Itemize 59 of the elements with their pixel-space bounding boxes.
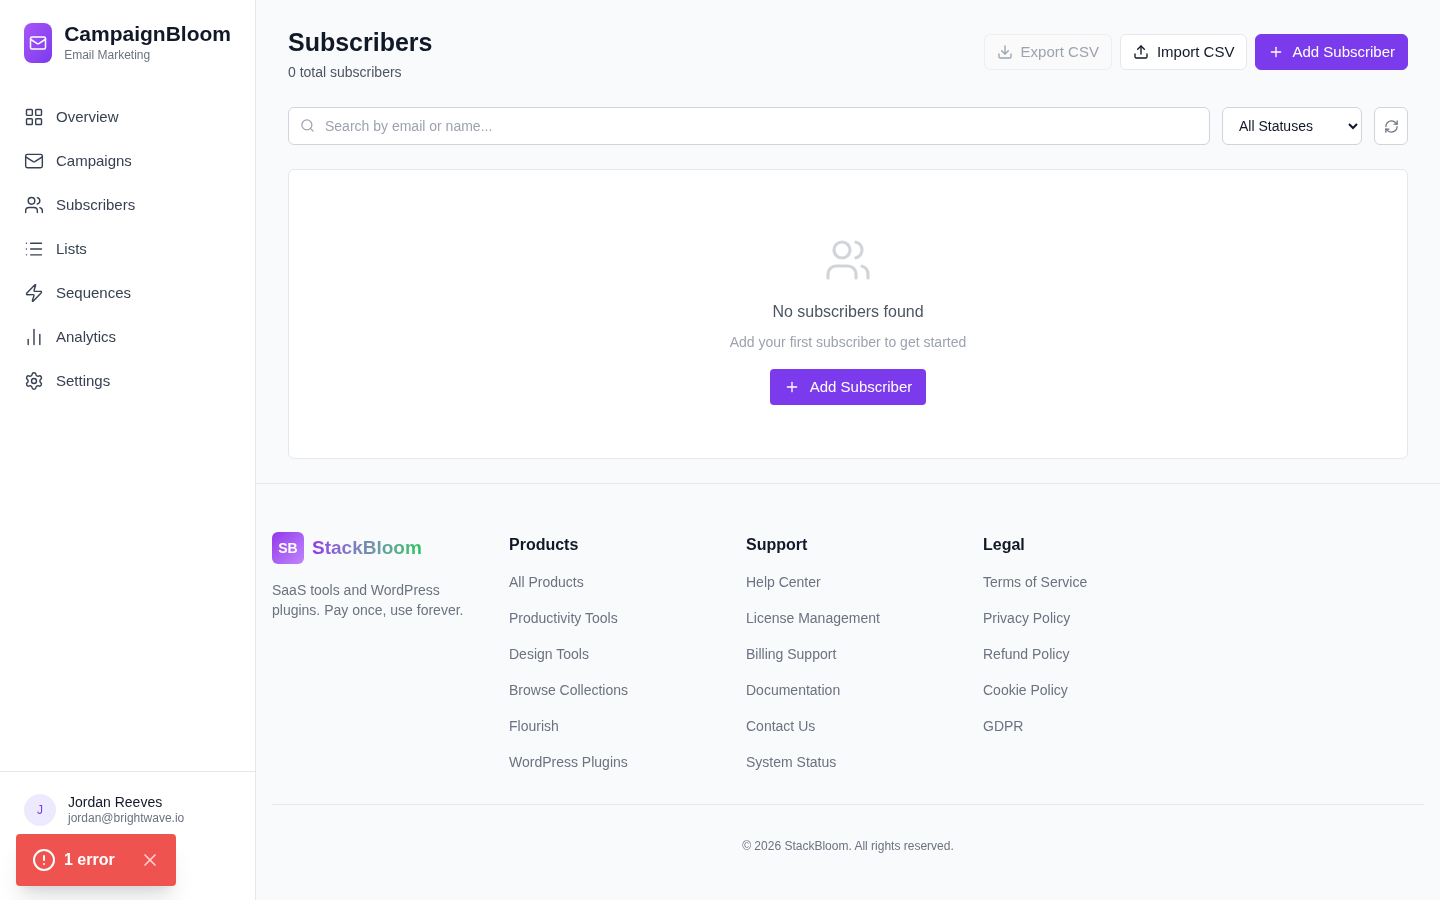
footer-link[interactable]: Documentation — [746, 680, 983, 700]
nav-item[interactable]: Subscribers — [12, 184, 243, 226]
user-avatar: J — [24, 794, 56, 826]
alert-icon — [32, 848, 56, 872]
refresh-button[interactable] — [1374, 107, 1408, 145]
mail-icon — [24, 151, 44, 171]
search-icon — [300, 118, 315, 133]
toast-message: 1 error — [64, 850, 115, 870]
list-icon — [24, 239, 44, 259]
footer-link[interactable]: System Status — [746, 752, 983, 772]
footer-heading: Support — [746, 535, 809, 555]
grid-icon — [24, 107, 44, 127]
footer-link[interactable]: Refund Policy — [983, 644, 1424, 664]
nav-item[interactable]: Sequences — [12, 272, 243, 314]
nav-item[interactable]: Lists — [12, 228, 243, 270]
footer-link[interactable]: Cookie Policy — [983, 680, 1424, 700]
footer-link[interactable]: Terms of Service — [983, 572, 1424, 592]
footer-link[interactable]: Contact Us — [746, 716, 983, 736]
footer-heading: Products — [509, 535, 580, 555]
download-icon — [996, 44, 1013, 60]
footer-link[interactable]: Help Center — [746, 572, 983, 592]
footer-blurb: SaaS tools and WordPress plugins. Pay once, use forever. — [272, 581, 465, 620]
empty-title: No subscribers found — [772, 302, 924, 322]
search-field[interactable]: Search by email or name... — [288, 107, 1210, 145]
footer-link[interactable]: Billing Support — [746, 644, 983, 664]
brand-tagline: Email Marketing — [64, 47, 152, 64]
settings-icon — [24, 371, 44, 391]
import-button[interactable]: Import CSV — [1119, 34, 1248, 70]
footer-link[interactable]: Browse Collections — [509, 680, 746, 700]
footer-link[interactable]: GDPR — [983, 716, 1424, 736]
footer-link[interactable]: Design Tools — [509, 644, 746, 664]
page-title: Subscribers — [288, 27, 433, 58]
upload-icon — [1132, 44, 1149, 60]
footer-link[interactable]: License Management — [746, 608, 983, 628]
logo-icon: SB — [272, 532, 304, 564]
status-select[interactable]: All Statuses — [1222, 107, 1362, 145]
subscriber-count: 0 total subscribers — [288, 63, 403, 82]
refresh-icon — [1383, 118, 1399, 134]
footer-link[interactable]: Flourish — [509, 716, 746, 736]
users-icon — [24, 195, 44, 215]
copyright: © 2026 StackBloom. All rights reserved. — [742, 838, 954, 855]
lightning-icon — [24, 283, 44, 303]
nav-item[interactable]: Analytics — [12, 316, 243, 358]
add-subscriber-button[interactable]: Add Subscriber — [769, 369, 927, 405]
brand-name: CampaignBloom — [64, 22, 231, 46]
user-email: jordan@brightwave.io — [68, 810, 185, 826]
nav-item[interactable]: Campaigns — [12, 140, 243, 182]
footer-heading: Legal — [983, 535, 1026, 555]
footer-link[interactable]: All Products — [509, 572, 746, 592]
user-name: Jordan Reeves — [68, 794, 164, 810]
add-subscriber-button[interactable]: Add Subscriber — [1255, 34, 1408, 70]
nav-item[interactable]: Settings — [12, 360, 243, 402]
footer-link[interactable]: Productivity Tools — [509, 608, 746, 628]
empty-text: Add your first subscriber to get started — [729, 333, 967, 352]
bar-chart-icon — [24, 327, 44, 347]
footer-link[interactable]: Privacy Policy — [983, 608, 1424, 628]
logo-icon — [24, 23, 53, 63]
nav-item[interactable]: Overview — [12, 96, 243, 138]
footer-link[interactable]: WordPress Plugins — [509, 752, 746, 772]
